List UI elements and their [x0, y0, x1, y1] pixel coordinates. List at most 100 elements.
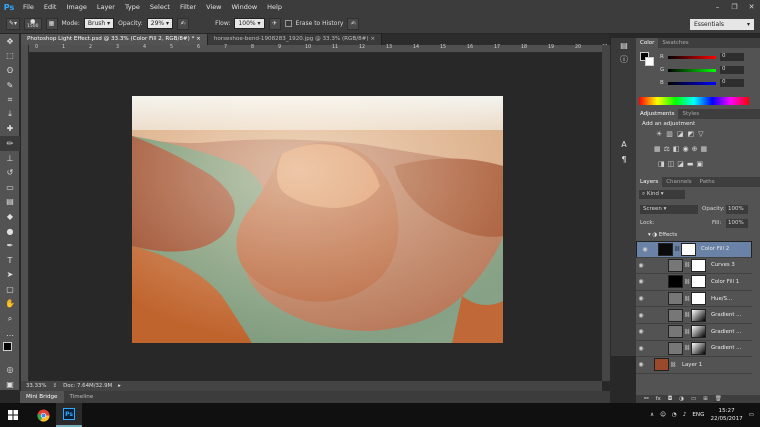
menu-select[interactable]: Select	[145, 0, 175, 14]
tab-paths[interactable]: Paths	[696, 177, 719, 187]
more-tools-icon[interactable]: …	[0, 326, 20, 341]
character-panel-icon[interactable]: A	[611, 137, 637, 152]
background-color-swatch[interactable]	[645, 57, 654, 66]
brush-panel-toggle[interactable]: ▦	[45, 17, 58, 30]
zoom-tool-icon[interactable]: ⌕	[0, 311, 20, 326]
blend-mode-select[interactable]: Screen ▾	[640, 205, 698, 214]
brightness-icon[interactable]: ☀	[656, 130, 662, 138]
menu-image[interactable]: Image	[61, 0, 91, 14]
people-icon[interactable]: ☺	[660, 412, 666, 418]
eye-icon[interactable]: ◉	[636, 361, 646, 368]
color-balance-icon[interactable]: ⚖	[664, 145, 670, 153]
maximize-button[interactable]: ❐	[726, 0, 743, 14]
quick-mask-icon[interactable]: ◎	[0, 362, 20, 377]
color-swatches[interactable]	[0, 340, 19, 362]
layer-row[interactable]: ◉ ⛓ Color Fill 1	[636, 274, 752, 291]
menu-filter[interactable]: Filter	[175, 0, 201, 14]
move-tool-icon[interactable]: ✥	[0, 34, 20, 49]
tab-color[interactable]: Color	[636, 38, 659, 48]
fill-field[interactable]: 100%	[726, 219, 748, 228]
type-tool-icon[interactable]: T	[0, 253, 20, 268]
foreground-color-swatch[interactable]	[3, 342, 12, 352]
menu-window[interactable]: Window	[227, 0, 263, 14]
blur-tool-icon[interactable]: ◆	[0, 209, 20, 224]
blue-slider[interactable]	[668, 82, 716, 85]
layer-row[interactable]: ◉ ⛓ Curves 3	[636, 258, 752, 275]
brush-tool-icon[interactable]: ✏	[0, 136, 20, 151]
eye-icon[interactable]: ◉	[636, 262, 646, 269]
tab-close-icon[interactable]: ×	[370, 36, 375, 42]
clone-stamp-tool-icon[interactable]: ⊥	[0, 151, 20, 166]
tab-horseshoe-bend[interactable]: horseshoe-bend-1908283_1920.jpg @ 33.3% …	[207, 34, 383, 45]
vibrance-icon[interactable]: ▽	[698, 130, 703, 138]
airbrush-icon[interactable]: ✈	[268, 17, 281, 30]
levels-icon[interactable]: ▥	[666, 130, 673, 138]
vertical-scrollbar[interactable]	[602, 45, 610, 381]
threshold-icon[interactable]: ◪	[677, 160, 684, 168]
gradient-tool-icon[interactable]: ▤	[0, 195, 20, 210]
new-layer-icon[interactable]: ⊞	[703, 396, 708, 402]
tab-photoshop-light-effect[interactable]: Photoshop Light Effect.psd @ 33.3% (Colo…	[21, 34, 208, 45]
clock[interactable]: 15:27 22/05/2017	[710, 407, 742, 423]
chevron-up-icon[interactable]: ∧	[650, 412, 654, 418]
shape-tool-icon[interactable]: ▢	[0, 282, 20, 297]
minimize-button[interactable]: –	[709, 0, 726, 14]
layer-row[interactable]: ◉ ⛓ Gradient ...	[636, 324, 752, 341]
red-value[interactable]: 0	[720, 53, 744, 61]
flow-field[interactable]: 100% ▾	[234, 18, 265, 29]
marquee-tool-icon[interactable]: ⬚	[0, 49, 20, 64]
close-button[interactable]: ✕	[743, 0, 760, 14]
fx-icon[interactable]: fx	[656, 396, 661, 402]
adjustment-layer-icon[interactable]: ◑	[679, 396, 684, 402]
language-indicator[interactable]: ENG	[692, 412, 704, 418]
history-brush-tool-icon[interactable]: ↺	[0, 165, 20, 180]
dodge-tool-icon[interactable]: ●	[0, 224, 20, 239]
mask-icon[interactable]: ◘	[668, 396, 672, 402]
brush-tool-preset-button[interactable]: ✎▾	[6, 17, 21, 30]
brush-size-picker[interactable]: ● 1500	[24, 17, 42, 30]
tab-layers[interactable]: Layers	[636, 177, 663, 187]
eye-icon[interactable]: ◉	[636, 328, 646, 335]
menu-edit[interactable]: Edit	[39, 0, 62, 14]
eye-icon[interactable]: ◉	[636, 278, 646, 285]
chrome-icon[interactable]	[30, 403, 56, 427]
invert-icon[interactable]: ◨	[658, 160, 665, 168]
menu-type[interactable]: Type	[120, 0, 145, 14]
pressure-size-icon[interactable]: ✍	[347, 17, 360, 30]
tab-timeline[interactable]: Timeline	[64, 391, 100, 403]
menu-layer[interactable]: Layer	[92, 0, 120, 14]
mode-select[interactable]: Brush ▾	[83, 18, 115, 29]
layer-row[interactable]: ◉ ⛓ Layer 1	[636, 357, 752, 374]
tab-mini-bridge[interactable]: Mini Bridge	[20, 391, 64, 403]
paragraph-panel-icon[interactable]: ¶	[611, 152, 637, 167]
tab-close-icon[interactable]: ×	[196, 36, 201, 42]
lasso-tool-icon[interactable]: ʘ	[0, 63, 20, 78]
layer-row[interactable]: ◉ ⛓ Hue/S...	[636, 291, 752, 308]
crop-tool-icon[interactable]: ⌗	[0, 92, 20, 107]
gradient-map-icon[interactable]: ▬	[687, 160, 694, 168]
erase-history-checkbox[interactable]	[284, 20, 292, 27]
tab-swatches[interactable]: Swatches	[658, 38, 692, 48]
link-icon[interactable]: ⚯	[644, 396, 649, 402]
blue-value[interactable]: 0	[720, 79, 744, 87]
tab-styles[interactable]: Styles	[678, 109, 703, 119]
channel-mixer-icon[interactable]: ⊕	[692, 145, 698, 153]
properties-panel-icon[interactable]: ⓘ	[611, 53, 637, 68]
hand-tool-icon[interactable]: ✋	[0, 297, 20, 312]
hue-saturation-icon[interactable]: ▦	[654, 145, 661, 153]
layer-opacity-field[interactable]: 100%	[726, 205, 748, 214]
status-menu-arrow-icon[interactable]: ▸	[118, 383, 121, 389]
opacity-field[interactable]: 29% ▾	[146, 18, 174, 29]
zoom-level[interactable]: 33.33%	[26, 383, 47, 389]
green-value[interactable]: 0	[720, 66, 744, 74]
document-image[interactable]	[132, 96, 503, 343]
volume-icon[interactable]: ♪	[683, 412, 687, 418]
screen-mode-icon[interactable]: ▣	[0, 377, 20, 392]
color-lookup-icon[interactable]: ▦	[701, 145, 708, 153]
menu-help[interactable]: Help	[262, 0, 287, 14]
eye-icon[interactable]: ◉	[636, 345, 646, 352]
eye-icon[interactable]: ◉	[636, 295, 646, 302]
eraser-tool-icon[interactable]: ▭	[0, 180, 20, 195]
history-panel-icon[interactable]: ▤	[611, 38, 637, 53]
red-slider[interactable]	[668, 56, 716, 59]
